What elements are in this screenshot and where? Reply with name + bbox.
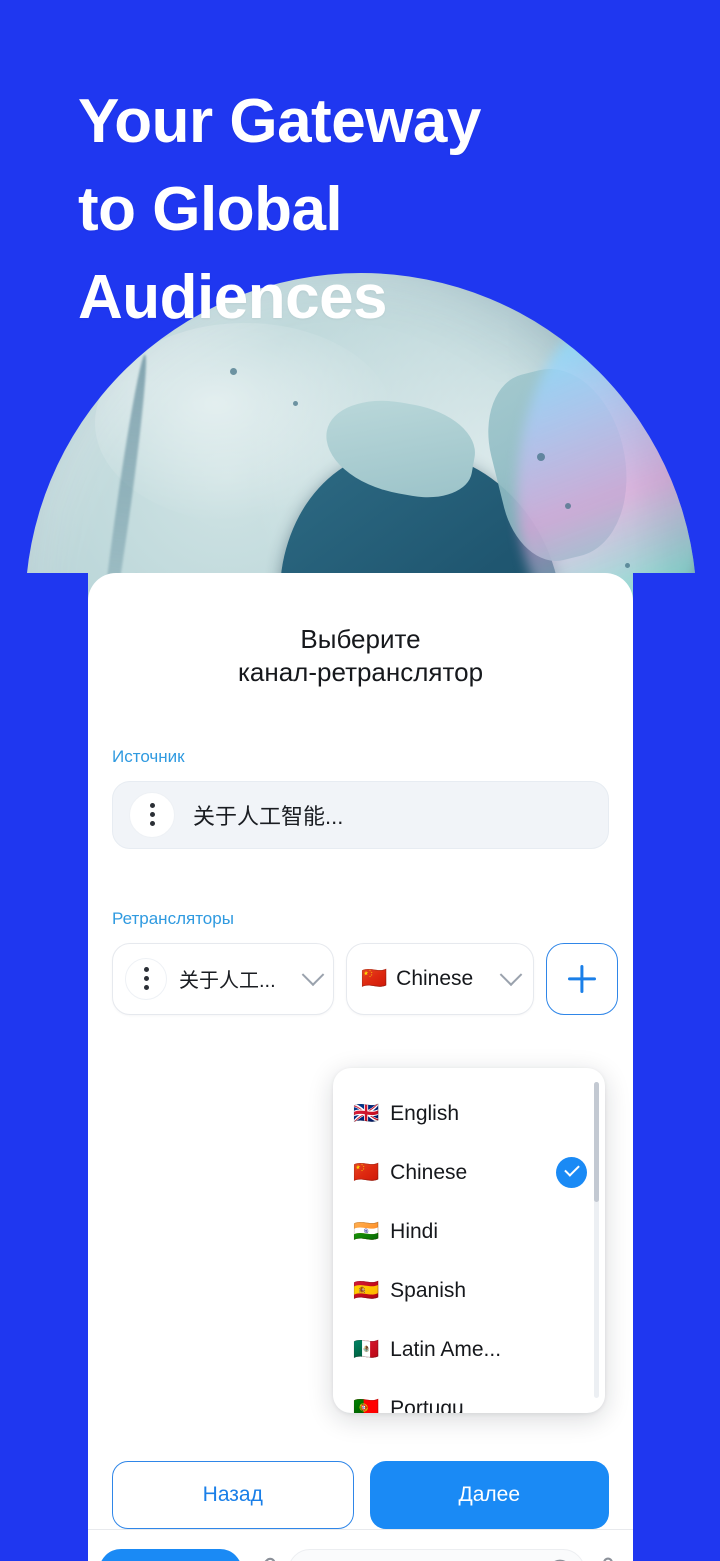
hero-headline: Your Gateway to Global Audiences — [78, 78, 678, 342]
globe-island-dot — [230, 368, 237, 375]
language-option-label: Portugu — [390, 1396, 464, 1414]
list-item[interactable]: 🇬🇧 English — [333, 1084, 605, 1143]
channel-avatar-icon — [129, 791, 175, 838]
attachment-icon[interactable] — [250, 1556, 280, 1561]
flag-icon: 🇬🇧 — [353, 1102, 380, 1125]
language-option-label: Latin Ame... — [390, 1337, 502, 1361]
hero-line-2: to Global — [78, 175, 343, 245]
channel-avatar-icon — [125, 957, 167, 1000]
flag-icon: 🇵🇹 — [353, 1397, 380, 1413]
message-input[interactable]: Message — [288, 1548, 585, 1561]
source-label: Источник — [112, 746, 185, 766]
list-item[interactable]: 🇲🇽 Latin Ame... — [333, 1320, 605, 1379]
relays-label: Ретрансляторы — [112, 908, 234, 928]
source-channel-name: 关于人工智能... — [193, 803, 344, 829]
relay-language-select[interactable]: 🇨🇳 Chinese — [346, 942, 534, 1015]
back-button[interactable]: Назад — [112, 1461, 354, 1529]
card-title-line-2: канал-ретранслятор — [237, 657, 484, 688]
language-option-label: Hindi — [390, 1219, 439, 1243]
miniapp-card: Выберите канал-ретранслятор Источник 关于人… — [88, 573, 633, 1561]
flag-icon: 🇮🇳 — [353, 1220, 380, 1243]
check-icon — [556, 1157, 587, 1188]
left-background-strip — [0, 573, 88, 1561]
relay-channel-select[interactable]: 关于人工... — [112, 942, 334, 1015]
dropdown-scrollbar-thumb[interactable] — [594, 1082, 599, 1202]
flag-icon: 🇪🇸 — [353, 1279, 380, 1302]
telegram-message-bar: Open App Message — [88, 1530, 633, 1561]
relay-language-name: Chinese — [396, 966, 474, 990]
list-item[interactable]: 🇵🇹 Portugu — [333, 1379, 605, 1414]
globe-island-dot — [537, 453, 545, 461]
language-dropdown-list: 🇬🇧 English 🇨🇳 Chinese 🇮🇳 Hindi 🇪🇸 Spanis… — [333, 1068, 605, 1413]
relay-channel-name: 关于人工... — [179, 970, 276, 993]
right-background-strip — [633, 573, 720, 1561]
language-option-label: Chinese — [390, 1160, 468, 1184]
source-channel-field[interactable]: 关于人工智能... — [112, 780, 609, 849]
chevron-down-icon — [499, 962, 523, 986]
globe-island-dot — [293, 401, 298, 406]
list-item[interactable]: 🇮🇳 Hindi — [333, 1202, 605, 1261]
flag-icon: 🇨🇳 — [361, 967, 388, 991]
relay-row: 关于人工... 🇨🇳 Chinese — [112, 942, 618, 1015]
microphone-icon[interactable] — [593, 1556, 623, 1561]
language-dropdown[interactable]: 🇬🇧 English 🇨🇳 Chinese 🇮🇳 Hindi 🇪🇸 Spanis… — [333, 1068, 605, 1413]
list-item[interactable]: 🇨🇳 Chinese — [333, 1143, 605, 1202]
chevron-down-icon — [301, 962, 325, 986]
add-relay-button[interactable] — [546, 942, 618, 1015]
language-option-label: English — [390, 1101, 460, 1125]
card-title-line-1: Выберите — [300, 624, 421, 654]
next-button[interactable]: Далее — [369, 1461, 609, 1529]
hero-line-3: Audiences — [78, 263, 388, 333]
list-item[interactable]: 🇪🇸 Spanish — [333, 1261, 605, 1320]
sticker-icon[interactable] — [546, 1557, 574, 1561]
card-title: Выберите канал-ретранслятор — [88, 623, 633, 690]
hero-line-1: Your Gateway — [78, 87, 481, 156]
language-option-label: Spanish — [390, 1278, 467, 1302]
globe-island-dot — [565, 503, 571, 509]
flag-icon: 🇨🇳 — [353, 1161, 380, 1184]
flag-icon: 🇲🇽 — [353, 1338, 380, 1361]
globe-island-dot — [625, 563, 630, 568]
open-app-button[interactable]: Open App — [99, 1548, 243, 1561]
footer-actions: Назад Далее — [88, 1461, 633, 1529]
